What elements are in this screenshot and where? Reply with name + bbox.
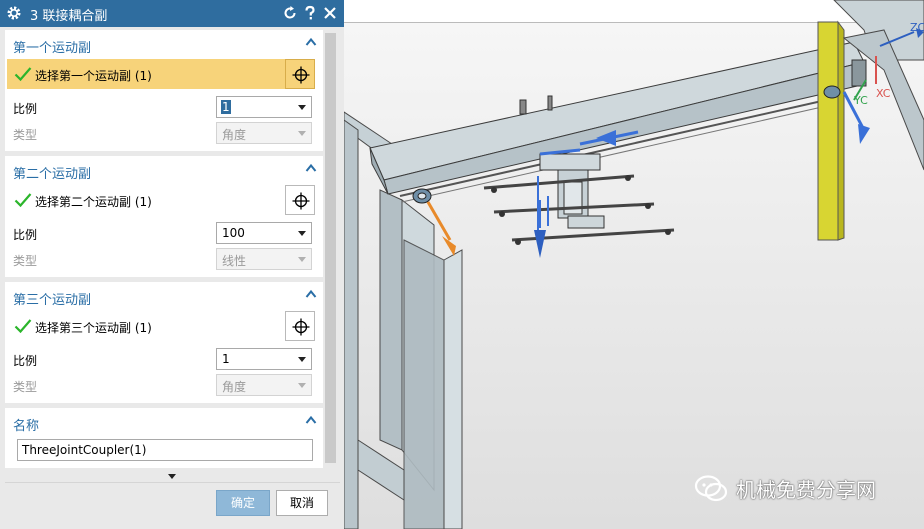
graphics-viewport[interactable]: ZC YC XC 机械免费分享网 bbox=[344, 0, 924, 529]
third-joint-header[interactable]: 第三个运动副 bbox=[5, 282, 323, 308]
axis-label-xc: XC bbox=[876, 87, 891, 100]
third-joint-group: 第三个运动副 选择第三个运动副 (1) 比例 1 类型 角度 bbox=[5, 282, 323, 403]
dialog-body: 第一个运动副 选择第一个运动副 (1) 比例 1 类型 角度 第二个运动副 选择… bbox=[5, 27, 323, 471]
name-input[interactable]: ThreeJointCoupler(1) bbox=[17, 439, 313, 461]
dropdown-arrow-icon bbox=[298, 131, 306, 136]
check-icon bbox=[14, 67, 32, 82]
ratio-dropdown[interactable]: 1 bbox=[216, 96, 312, 118]
ratio-dropdown[interactable]: 100 bbox=[216, 222, 312, 244]
axis-label-yc: YC bbox=[853, 94, 868, 107]
type-dropdown: 线性 bbox=[216, 248, 312, 270]
crosshair-icon bbox=[292, 192, 310, 210]
first-joint-group: 第一个运动副 选择第一个运动副 (1) 比例 1 类型 角度 bbox=[5, 30, 323, 151]
scrollbar-thumb[interactable] bbox=[325, 33, 336, 463]
ratio-value: 1 bbox=[222, 352, 230, 366]
type-value: 线性 bbox=[222, 254, 247, 268]
second-joint-group: 第二个运动副 选择第二个运动副 (1) 比例 100 类型 线性 bbox=[5, 156, 323, 277]
group-title: 名称 bbox=[13, 419, 40, 434]
assembly-model[interactable]: ZC YC XC bbox=[344, 0, 924, 529]
select-label: 选择第二个运动副 (1) bbox=[35, 195, 152, 209]
dropdown-arrow-icon bbox=[298, 105, 306, 110]
check-icon bbox=[14, 319, 32, 334]
close-icon[interactable] bbox=[322, 5, 338, 21]
name-header[interactable]: 名称 bbox=[5, 408, 323, 434]
coupler-dialog: 3 联接耦合副 第一个运动副 选择第一个运动副 (1) 比例 1 类型 角度 第… bbox=[0, 0, 344, 529]
select-third-joint-row[interactable]: 选择第三个运动副 (1) bbox=[7, 311, 315, 341]
type-value: 角度 bbox=[222, 128, 247, 142]
type-dropdown: 角度 bbox=[216, 122, 312, 144]
type-label: 类型 bbox=[13, 254, 38, 268]
dialog-title: 3 联接耦合副 bbox=[30, 9, 108, 24]
axis-label-zc: ZC bbox=[910, 21, 924, 34]
select-label: 选择第一个运动副 (1) bbox=[35, 69, 152, 83]
crosshair-icon bbox=[292, 66, 310, 84]
group-title: 第三个运动副 bbox=[13, 293, 92, 308]
crosshair-icon bbox=[292, 318, 310, 336]
name-value: ThreeJointCoupler(1) bbox=[22, 443, 147, 457]
dropdown-arrow-icon bbox=[298, 231, 306, 236]
collapse-icon[interactable] bbox=[305, 414, 317, 426]
collapse-icon[interactable] bbox=[305, 162, 317, 174]
dropdown-arrow-icon bbox=[298, 383, 306, 388]
select-object-button[interactable] bbox=[285, 185, 315, 215]
name-group: 名称 ThreeJointCoupler(1) bbox=[5, 408, 323, 468]
select-object-button[interactable] bbox=[285, 311, 315, 341]
select-first-joint-row[interactable]: 选择第一个运动副 (1) bbox=[7, 59, 315, 89]
ratio-value: 1 bbox=[221, 100, 231, 114]
ratio-value: 100 bbox=[222, 226, 245, 240]
help-icon[interactable] bbox=[302, 5, 318, 21]
gear-icon[interactable] bbox=[6, 5, 22, 21]
dropdown-arrow-icon bbox=[298, 257, 306, 262]
select-label: 选择第三个运动副 (1) bbox=[35, 321, 152, 335]
second-joint-header[interactable]: 第二个运动副 bbox=[5, 156, 323, 182]
dropdown-arrow-icon bbox=[298, 357, 306, 362]
type-dropdown: 角度 bbox=[216, 374, 312, 396]
collapse-icon[interactable] bbox=[305, 288, 317, 300]
ok-button[interactable]: 确定 bbox=[216, 490, 270, 516]
reset-icon[interactable] bbox=[282, 5, 298, 21]
type-label: 类型 bbox=[13, 128, 38, 142]
dialog-title-bar: 3 联接耦合副 bbox=[0, 0, 344, 27]
group-title: 第一个运动副 bbox=[13, 41, 92, 56]
select-object-button[interactable] bbox=[285, 59, 315, 89]
select-second-joint-row[interactable]: 选择第二个运动副 (1) bbox=[7, 185, 315, 215]
ratio-label: 比例 bbox=[13, 102, 38, 116]
cancel-button[interactable]: 取消 bbox=[276, 490, 328, 516]
ratio-label: 比例 bbox=[13, 354, 38, 368]
group-title: 第二个运动副 bbox=[13, 167, 92, 182]
type-label: 类型 bbox=[13, 380, 38, 394]
dialog-scrollbar[interactable] bbox=[323, 27, 340, 471]
watermark-text: 机械免费分享网 bbox=[736, 478, 876, 502]
type-value: 角度 bbox=[222, 380, 247, 394]
first-joint-header[interactable]: 第一个运动副 bbox=[5, 30, 323, 56]
check-icon bbox=[14, 193, 32, 208]
footer-divider bbox=[5, 482, 340, 483]
wechat-icon bbox=[694, 475, 728, 502]
collapse-icon[interactable] bbox=[305, 36, 317, 48]
more-options-icon[interactable] bbox=[168, 474, 176, 479]
ratio-label: 比例 bbox=[13, 228, 38, 242]
ratio-dropdown[interactable]: 1 bbox=[216, 348, 312, 370]
